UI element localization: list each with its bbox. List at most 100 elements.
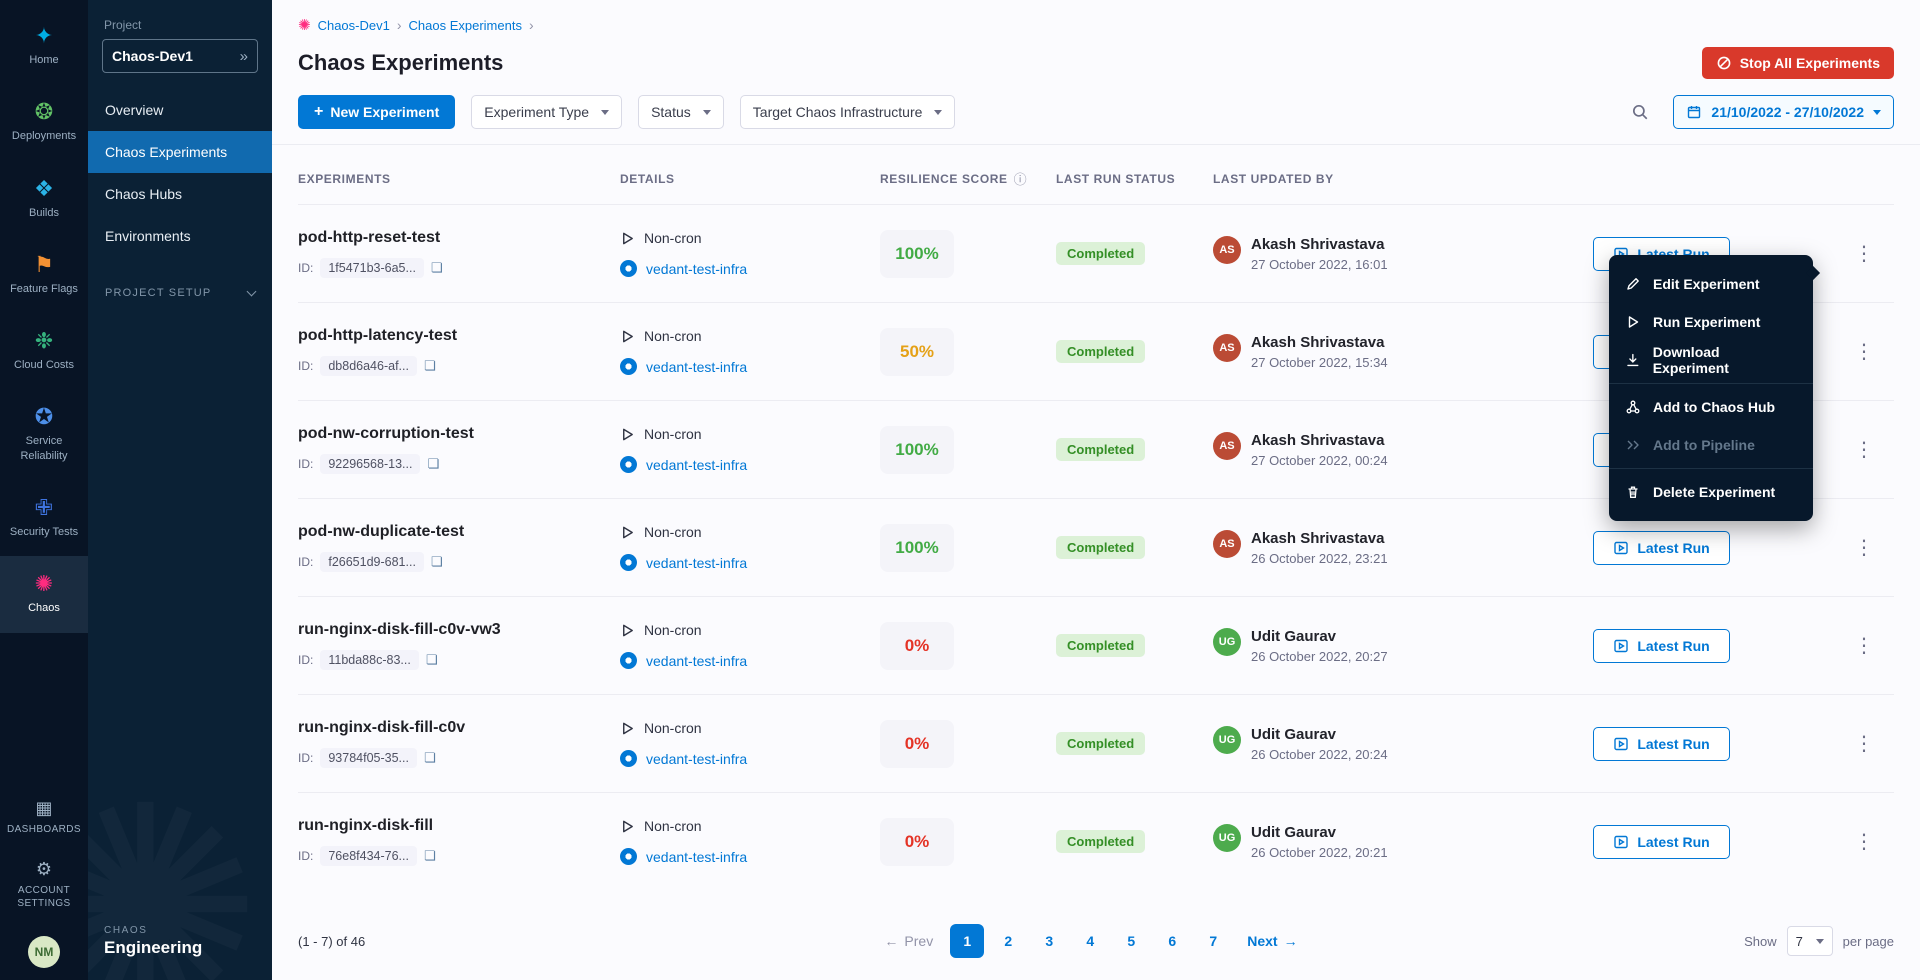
page-number-button[interactable]: 5 (1114, 924, 1148, 958)
copy-icon[interactable]: ❏ (424, 358, 436, 374)
id-label: ID: (298, 555, 313, 569)
prev-page-button[interactable]: ← Prev (874, 933, 943, 949)
user-name: Akash Shrivastava (1251, 236, 1388, 253)
breadcrumb-separator: › (397, 17, 402, 33)
rail-module-item[interactable]: ❉ Cloud Costs (0, 313, 88, 389)
row-menu-button[interactable]: ⋮ (1834, 535, 1894, 560)
row-menu-button[interactable]: ⋮ (1834, 437, 1894, 462)
page-number-button[interactable]: 6 (1155, 924, 1189, 958)
project-setup-toggle[interactable]: PROJECT SETUP (105, 287, 255, 299)
latest-run-icon (1613, 540, 1629, 556)
page-number-button[interactable]: 7 (1196, 924, 1230, 958)
rail-module-item[interactable]: ⚑ Feature Flags (0, 237, 88, 313)
project-setup-label: PROJECT SETUP (105, 287, 211, 299)
rail-bottom-item[interactable]: ⚙ ACCOUNT SETTINGS (0, 848, 88, 922)
infrastructure-link[interactable]: vedant-test-infra (646, 457, 747, 473)
updated-date: 26 October 2022, 20:21 (1251, 845, 1388, 860)
pipeline-icon (1625, 437, 1641, 453)
experiment-name-link[interactable]: pod-nw-corruption-test (298, 425, 620, 443)
user-block: Akash Shrivastava 27 October 2022, 00:24 (1251, 432, 1388, 468)
breadcrumb-project-link[interactable]: Chaos-Dev1 (318, 18, 390, 33)
latest-run-button[interactable]: Latest Run (1593, 727, 1730, 761)
expand-project-icon[interactable]: » (240, 48, 248, 65)
breadcrumb-page-link[interactable]: Chaos Experiments (409, 18, 522, 33)
experiment-name-link[interactable]: run-nginx-disk-fill-c0v-vw3 (298, 621, 620, 639)
new-experiment-button[interactable]: + New Experiment (298, 95, 455, 129)
experiment-cell: pod-nw-duplicate-test ID: f26651d9-681..… (298, 523, 620, 572)
infrastructure-link[interactable]: vedant-test-infra (646, 555, 747, 571)
rail-module-item[interactable]: ❂ Deployments (0, 84, 88, 160)
infrastructure-link[interactable]: vedant-test-infra (646, 261, 747, 277)
info-icon[interactable]: ⓘ (1014, 169, 1028, 188)
copy-icon[interactable]: ❏ (431, 260, 443, 276)
sidebar-nav-label: Environments (105, 228, 191, 244)
sidebar-nav-item[interactable]: Overview (88, 89, 272, 131)
infrastructure-link[interactable]: vedant-test-infra (646, 359, 747, 375)
page-number-button[interactable]: 2 (991, 924, 1025, 958)
experiment-id-line: ID: db8d6a46-af... ❏ (298, 356, 620, 376)
row-menu-button[interactable]: ⋮ (1834, 731, 1894, 756)
date-range-label: 21/10/2022 - 27/10/2022 (1711, 104, 1864, 120)
next-page-button[interactable]: Next → (1237, 933, 1307, 949)
user-avatar[interactable]: NM (28, 936, 60, 968)
stop-all-label: Stop All Experiments (1740, 55, 1880, 71)
download-icon (1625, 352, 1641, 368)
copy-icon[interactable]: ❏ (424, 750, 436, 766)
date-range-button[interactable]: 21/10/2022 - 27/10/2022 (1673, 95, 1894, 129)
play-icon (1625, 314, 1641, 330)
copy-icon[interactable]: ❏ (424, 848, 436, 864)
row-menu-button[interactable]: ⋮ (1834, 339, 1894, 364)
infrastructure-link[interactable]: vedant-test-infra (646, 751, 747, 767)
page-number-button[interactable]: 1 (950, 924, 984, 958)
menu-item-edit-experiment[interactable]: Edit Experiment (1609, 265, 1813, 303)
menu-item-add-to-chaos-hub[interactable]: Add to Chaos Hub (1609, 388, 1813, 426)
copy-icon[interactable]: ❏ (427, 456, 439, 472)
rail-module-item[interactable]: ❖ Builds (0, 161, 88, 237)
row-menu-button[interactable]: ⋮ (1834, 241, 1894, 266)
experiment-id-line: ID: f26651d9-681... ❏ (298, 552, 620, 572)
rail-module-item[interactable]: ✪ Service Reliability (0, 389, 88, 480)
rail-module-item[interactable]: ✺ Chaos (0, 556, 88, 632)
latest-run-button[interactable]: Latest Run (1593, 629, 1730, 663)
stop-all-experiments-button[interactable]: Stop All Experiments (1702, 47, 1894, 79)
sidebar-nav-item[interactable]: Chaos Experiments (88, 131, 272, 173)
menu-item-download-experiment[interactable]: Download Experiment (1609, 341, 1813, 379)
experiment-name-link[interactable]: pod-nw-duplicate-test (298, 523, 620, 541)
latest-run-button[interactable]: Latest Run (1593, 825, 1730, 859)
search-button[interactable] (1623, 95, 1657, 129)
last-updated-by-cell: AS Akash Shrivastava 27 October 2022, 00… (1213, 432, 1593, 468)
last-run-status-cell: Completed (1056, 830, 1213, 853)
project-selector[interactable]: Chaos-Dev1 » (102, 39, 258, 73)
menu-item-label: Run Experiment (1653, 314, 1760, 330)
filter-dropdown[interactable]: Status (638, 95, 724, 129)
rail-bottom-item[interactable]: ▦ DASHBOARDS (0, 787, 88, 848)
experiment-name-link[interactable]: pod-http-latency-test (298, 327, 620, 345)
experiment-name-link[interactable]: run-nginx-disk-fill-c0v (298, 719, 620, 737)
experiment-name-link[interactable]: run-nginx-disk-fill (298, 817, 620, 835)
row-actions-menu: Edit Experiment Run Experiment Download … (1609, 255, 1813, 521)
sidebar-nav-item[interactable]: Chaos Hubs (88, 173, 272, 215)
rail-module-item[interactable]: ✙ Security Tests (0, 480, 88, 556)
schedule-type: Non-cron (644, 524, 702, 540)
avatar: UG (1213, 824, 1241, 852)
infrastructure-link[interactable]: vedant-test-infra (646, 849, 747, 865)
filter-dropdown[interactable]: Experiment Type (471, 95, 622, 129)
column-header-details: DETAILS (620, 172, 880, 186)
rail-module-item[interactable]: ✦ Home (0, 8, 88, 84)
latest-run-button[interactable]: Latest Run (1593, 531, 1730, 565)
row-menu-button[interactable]: ⋮ (1834, 829, 1894, 854)
menu-item-delete-experiment[interactable]: Delete Experiment (1609, 473, 1813, 511)
page-size-select[interactable]: 7 (1787, 926, 1833, 956)
experiment-name-link[interactable]: pod-http-reset-test (298, 229, 620, 247)
sidebar-nav-item[interactable]: Environments (88, 215, 272, 257)
page-number-button[interactable]: 3 (1032, 924, 1066, 958)
filter-dropdown[interactable]: Target Chaos Infrastructure (740, 95, 956, 129)
score-value: 0% (905, 636, 930, 656)
copy-icon[interactable]: ❏ (431, 554, 443, 570)
page-number-button[interactable]: 4 (1073, 924, 1107, 958)
copy-icon[interactable]: ❏ (426, 652, 438, 668)
row-menu-button[interactable]: ⋮ (1834, 633, 1894, 658)
user-block: Udit Gaurav 26 October 2022, 20:24 (1251, 726, 1388, 762)
infrastructure-link[interactable]: vedant-test-infra (646, 653, 747, 669)
menu-item-run-experiment[interactable]: Run Experiment (1609, 303, 1813, 341)
